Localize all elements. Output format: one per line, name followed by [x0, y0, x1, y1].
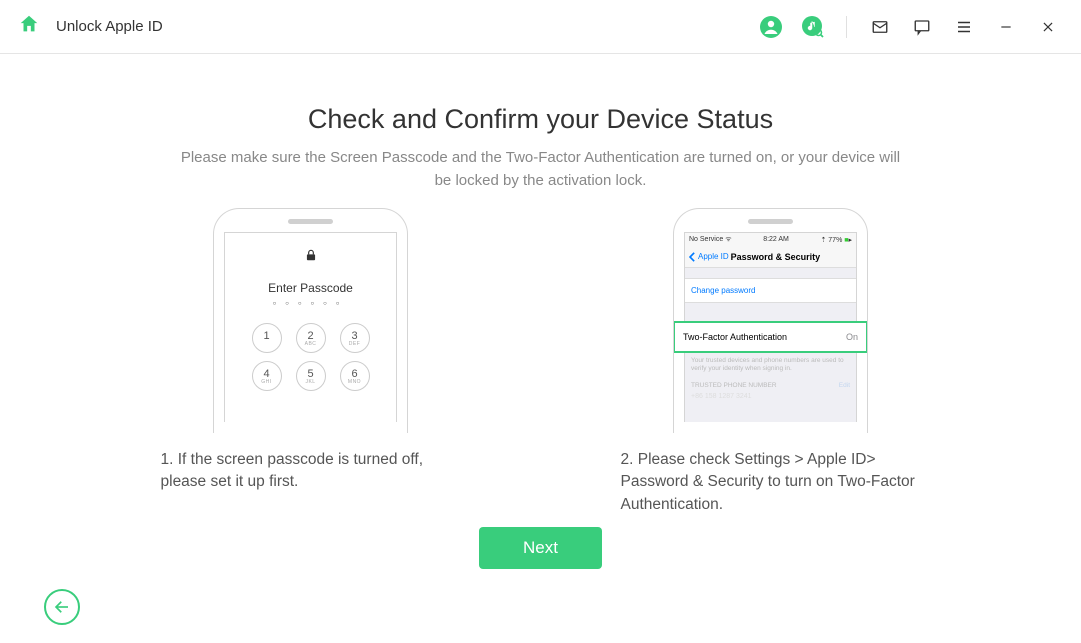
phone-speaker: [288, 219, 333, 224]
columns: Enter Passcode ○○○○○○ 1 2ABC 3DEF 4GHI 5…: [60, 208, 1021, 519]
back-button[interactable]: [44, 589, 80, 625]
minimize-button[interactable]: [991, 12, 1021, 42]
lock-icon: [225, 247, 396, 267]
titlebar-divider: [846, 16, 847, 38]
menu-icon[interactable]: [949, 12, 979, 42]
keypad-key-6: 6MNO: [340, 361, 370, 391]
feedback-icon[interactable]: [907, 12, 937, 42]
trusted-number: +86 158 1287 3241: [685, 391, 856, 402]
main-content: Check and Confirm your Device Status Ple…: [0, 54, 1081, 569]
phone-passcode-mock: Enter Passcode ○○○○○○ 1 2ABC 3DEF 4GHI 5…: [213, 208, 408, 433]
home-icon[interactable]: [18, 13, 40, 40]
tfa-value: On: [846, 332, 858, 342]
keypad-key-3: 3DEF: [340, 323, 370, 353]
keypad-key-2: 2ABC: [296, 323, 326, 353]
phone-passcode-screen: Enter Passcode ○○○○○○ 1 2ABC 3DEF 4GHI 5…: [224, 232, 397, 422]
nav-title: Password & Security: [699, 252, 852, 262]
page-title: Check and Confirm your Device Status: [60, 104, 1021, 135]
tfa-hint: Your trusted devices and phone numbers a…: [685, 353, 856, 378]
keypad-key-4: 4GHI: [252, 361, 282, 391]
enter-passcode-label: Enter Passcode: [225, 281, 396, 295]
phone-speaker: [748, 219, 793, 224]
mail-icon[interactable]: [865, 12, 895, 42]
phone-settings-mock: No Service ᯤ 8:22 AM ⇡ 77% ■▸ Apple ID P…: [673, 208, 868, 433]
titlebar: Unlock Apple ID: [0, 0, 1081, 54]
column-tfa: No Service ᯤ 8:22 AM ⇡ 77% ■▸ Apple ID P…: [621, 208, 921, 519]
change-password-row: Change password: [685, 278, 856, 303]
keypad-key-1: 1: [252, 323, 282, 353]
step-1-text: 1. If the screen passcode is turned off,…: [161, 449, 461, 519]
account-icon[interactable]: [756, 12, 786, 42]
close-button[interactable]: [1033, 12, 1063, 42]
app-title: Unlock Apple ID: [56, 18, 163, 35]
next-button[interactable]: Next: [479, 527, 602, 569]
statusbar-time: 8:22 AM: [763, 236, 789, 243]
page-subtitle: Please make sure the Screen Passcode and…: [181, 147, 901, 192]
column-passcode: Enter Passcode ○○○○○○ 1 2ABC 3DEF 4GHI 5…: [161, 208, 461, 519]
phone-settings-screen: No Service ᯤ 8:22 AM ⇡ 77% ■▸ Apple ID P…: [684, 232, 857, 422]
passcode-dots: ○○○○○○: [225, 301, 396, 307]
tfa-row-highlighted: Two-Factor Authentication On: [673, 321, 868, 353]
statusbar: No Service ᯤ 8:22 AM ⇡ 77% ■▸: [685, 233, 856, 246]
keypad: 1 2ABC 3DEF 4GHI 5JKL 6MNO: [225, 323, 396, 391]
wifi-icon: ᯤ: [725, 236, 731, 243]
arrow-left-icon: [53, 598, 71, 616]
settings-navbar: Apple ID Password & Security: [685, 246, 856, 268]
keypad-key-5: 5JKL: [296, 361, 326, 391]
statusbar-carrier: No Service ᯤ: [689, 235, 732, 244]
statusbar-battery: ⇡ 77% ■▸: [820, 236, 852, 244]
trusted-edit: Edit: [839, 382, 850, 389]
music-search-icon[interactable]: [798, 12, 828, 42]
tfa-label: Two-Factor Authentication: [683, 332, 787, 342]
trusted-header: TRUSTED PHONE NUMBER Edit: [685, 378, 856, 391]
step-2-text: 2. Please check Settings > Apple ID> Pas…: [621, 449, 921, 519]
